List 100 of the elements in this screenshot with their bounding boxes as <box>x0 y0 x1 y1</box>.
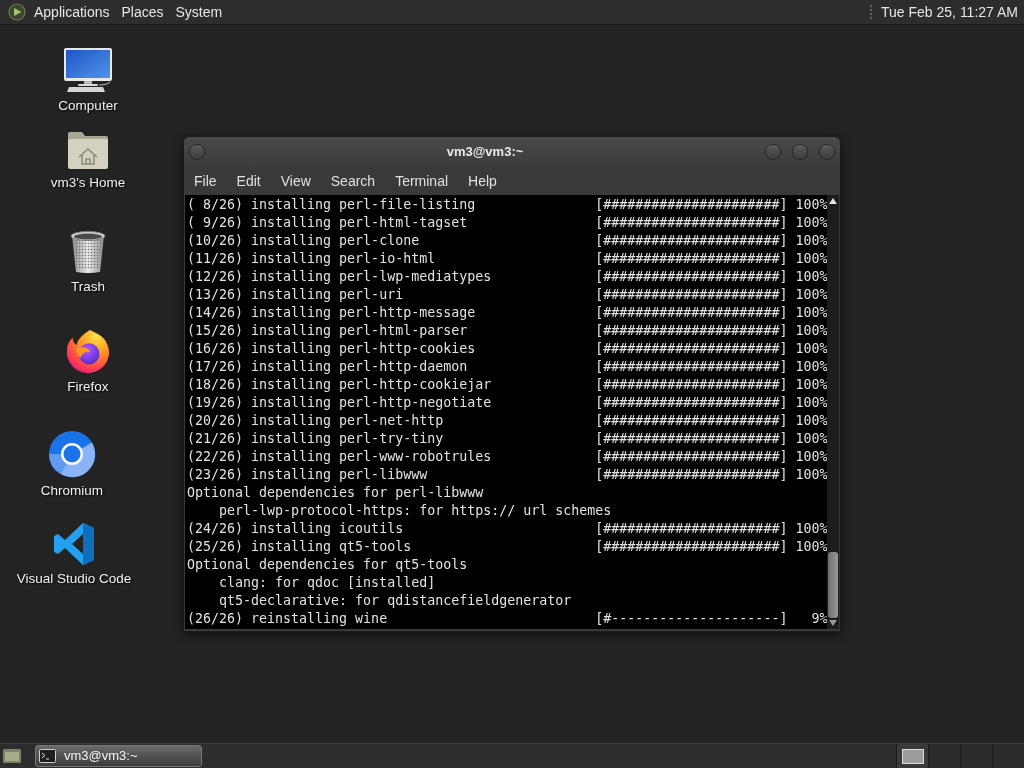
hash-marks-text: [######################] <box>595 322 788 340</box>
hash-marks-text: [######################] <box>595 286 788 304</box>
terminal-output-line: (12/26) installing perl-lwp-mediatypes <box>187 268 492 286</box>
window-menu-button[interactable] <box>189 144 205 160</box>
hash-marks-text: [######################] <box>595 394 788 412</box>
grip-handle-icon[interactable] <box>869 4 873 20</box>
workspace-tile[interactable] <box>896 743 928 768</box>
terminal-output-line: (26/26) reinstalling wine <box>187 610 388 628</box>
hash-marks-text: [######################] <box>595 268 788 286</box>
percent-text: 100% <box>795 376 828 394</box>
scroll-down-arrow-icon[interactable] <box>829 620 838 626</box>
menu-item[interactable]: Terminal <box>385 171 459 191</box>
terminal-output-line: (15/26) installing perl-html-parser <box>187 322 468 340</box>
menu-item[interactable]: Help <box>458 171 507 191</box>
percent-text: 100% <box>795 268 828 286</box>
percent-text: 100% <box>795 232 828 250</box>
scroll-up-arrow-icon[interactable] <box>829 198 838 204</box>
hash-marks-text: [######################] <box>595 340 788 358</box>
code-editor-icon <box>52 522 96 566</box>
taskbar-window-button[interactable]: vm3@vm3:~ <box>35 745 202 767</box>
trash-bin-icon <box>69 230 107 274</box>
percent-text: 100% <box>795 286 828 304</box>
panel-menu[interactable]: Applications <box>28 2 116 22</box>
workspace-switcher[interactable] <box>896 743 1024 768</box>
terminal-output-line: perl-lwp-protocol-https: for https:// url schemes <box>219 502 612 520</box>
desktop-icon-label[interactable]: Firefox <box>67 379 109 395</box>
menu-item[interactable]: Edit <box>226 171 271 191</box>
percent-text: 100% <box>795 538 828 556</box>
show-desktop-icon[interactable] <box>2 747 22 765</box>
terminal-output-line: (25/26) installing qt5-tools <box>187 538 412 556</box>
desktop-icon-label[interactable]: Computer <box>58 98 118 114</box>
terminal-output-line: ( 8/26) installing perl-file-listing <box>187 196 476 214</box>
clock-text[interactable]: Tue Feb 25, 11:27 AM <box>881 1 1018 23</box>
menu-item[interactable]: Search <box>320 171 386 191</box>
terminal-output-line: qt5-declarative: for qdistancefieldgenerator <box>219 592 572 610</box>
panel-menu[interactable]: Places <box>115 2 170 22</box>
percent-text: 100% <box>795 322 828 340</box>
terminal-output-line: (11/26) installing perl-io-html <box>187 250 436 268</box>
desktop-icon-label[interactable]: Chromium <box>40 483 104 499</box>
terminal-output-line: (24/26) installing icoutils <box>187 520 404 538</box>
panel-menu[interactable]: System <box>169 2 229 22</box>
percent-text: 100% <box>795 340 828 358</box>
percent-text: 100% <box>795 412 828 430</box>
percent-text: 100% <box>795 394 828 412</box>
menu-item[interactable]: View <box>270 171 321 191</box>
percent-text: 100% <box>795 196 828 214</box>
hash-marks-text: [######################] <box>595 358 788 376</box>
hash-marks-text: [#---------------------] <box>595 610 788 628</box>
hash-marks-text: [######################] <box>595 304 788 322</box>
desktop-icon-label[interactable]: Trash <box>71 279 105 295</box>
chromium-browser-icon <box>48 430 96 478</box>
close-button[interactable] <box>819 144 835 160</box>
hash-marks-text: [######################] <box>595 520 788 538</box>
home-folder-icon <box>66 130 110 170</box>
terminal-output-line: (10/26) installing perl-clone <box>187 232 420 250</box>
hash-marks-text: [######################] <box>595 538 788 556</box>
hash-marks-text: [######################] <box>595 250 788 268</box>
hash-marks-text: [######################] <box>595 412 788 430</box>
percent-text: 100% <box>795 466 828 484</box>
terminal-output-line: (18/26) installing perl-http-cookiejar <box>187 376 492 394</box>
minimize-button[interactable] <box>765 144 781 160</box>
terminal-output-line: (14/26) installing perl-http-message <box>187 304 476 322</box>
menu-item[interactable]: File <box>184 171 227 191</box>
maximize-button[interactable] <box>792 144 808 160</box>
hash-marks-text: [######################] <box>595 448 788 466</box>
scrollbar[interactable] <box>827 195 839 629</box>
computer-icon <box>63 47 113 93</box>
terminal-output-line: ( 9/26) installing perl-html-tagset <box>187 214 468 232</box>
terminal-output-line: (22/26) installing perl-www-robotrules <box>187 448 492 466</box>
percent-text: 100% <box>795 250 828 268</box>
menu-logo-icon[interactable] <box>8 3 26 21</box>
fox-globe-icon <box>65 328 111 374</box>
percent-text: 9% <box>811 610 828 628</box>
hash-marks-text: [######################] <box>595 430 788 448</box>
terminal-output-line: (23/26) installing perl-libwww <box>187 466 428 484</box>
hash-marks-text: [######################] <box>595 376 788 394</box>
percent-text: 100% <box>795 304 828 322</box>
terminal-output-line: Optional dependencies for qt5-tools <box>187 556 468 574</box>
percent-text: 100% <box>795 520 828 538</box>
terminal-output-line: (19/26) installing perl-http-negotiate <box>187 394 492 412</box>
hash-marks-text: [######################] <box>595 466 788 484</box>
hash-marks-text: [######################] <box>595 196 788 214</box>
terminal-output-line: (17/26) installing perl-http-daemon <box>187 358 468 376</box>
percent-text: 100% <box>795 430 828 448</box>
terminal-output-line: (21/26) installing perl-try-tiny <box>187 430 444 448</box>
hash-marks-text: [######################] <box>595 214 788 232</box>
workspace-tile[interactable] <box>992 743 1024 768</box>
terminal-output-line: Optional dependencies for perl-libwww <box>187 484 484 502</box>
hash-marks-text: [######################] <box>595 232 788 250</box>
window-thumbnail <box>901 748 924 764</box>
desktop-icon-label[interactable]: vm3's Home <box>50 175 126 191</box>
window-title: vm3@vm3:~ <box>445 143 525 162</box>
percent-text: 100% <box>795 358 828 376</box>
terminal-output-line: clang: for qdoc [installed] <box>219 574 436 592</box>
desktop-icon-label[interactable]: Visual Studio Code <box>16 571 132 587</box>
workspace-tile[interactable] <box>960 743 992 768</box>
workspace-tile[interactable] <box>928 743 960 768</box>
percent-text: 100% <box>795 448 828 466</box>
scrollbar-thumb[interactable] <box>828 552 839 618</box>
percent-text: 100% <box>795 214 828 232</box>
